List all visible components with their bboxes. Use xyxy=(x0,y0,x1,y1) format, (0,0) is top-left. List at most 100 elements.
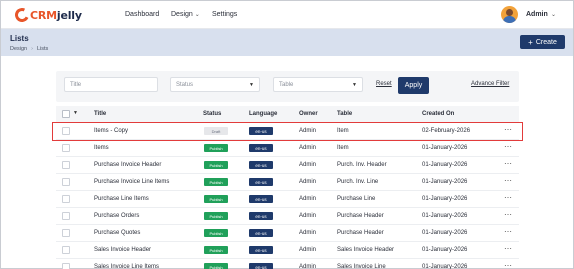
col-owner[interactable]: Owner xyxy=(299,111,318,117)
more-icon[interactable]: ⋯ xyxy=(504,142,512,151)
status-badge: Publish xyxy=(204,195,228,203)
advance-filter-link[interactable]: Advance Filter xyxy=(471,81,509,87)
row-created-on: 01-January-2026 xyxy=(422,196,468,202)
language-badge: en-us xyxy=(249,178,273,186)
user-name[interactable]: Admin xyxy=(526,11,548,18)
row-title[interactable]: Purchase Line Items xyxy=(94,196,149,202)
status-badge: Publish xyxy=(204,212,228,220)
highlight-box xyxy=(52,122,523,141)
language-badge: en-us xyxy=(249,195,273,203)
page-header xyxy=(1,29,573,56)
status-badge: Publish xyxy=(204,263,228,269)
row-owner: Admin xyxy=(299,145,317,151)
language-badge: en-us xyxy=(249,161,273,169)
row-table: Purch. Inv. Header xyxy=(337,162,387,168)
caret-down-icon[interactable]: ▼ xyxy=(73,110,78,116)
status-badge: Publish xyxy=(204,246,228,254)
more-icon[interactable]: ⋯ xyxy=(504,244,512,253)
language-badge: en-us xyxy=(249,144,273,152)
language-badge: en-us xyxy=(249,229,273,237)
chevron-right-icon: › xyxy=(31,46,33,52)
table-row[interactable]: Sales Invoice Line Items Publish en-us Admi… xyxy=(56,259,519,269)
row-title[interactable]: Sales Invoice Line Items xyxy=(94,264,159,269)
create-button[interactable]: + Create xyxy=(520,35,565,49)
row-title[interactable]: Purchase Invoice Header xyxy=(94,162,161,168)
reset-link[interactable]: Reset xyxy=(376,81,392,87)
row-owner: Admin xyxy=(299,196,317,202)
row-checkbox[interactable] xyxy=(62,263,70,269)
more-icon[interactable]: ⋯ xyxy=(504,193,512,202)
status-badge: Publish xyxy=(204,229,228,237)
row-owner: Admin xyxy=(299,179,317,185)
row-title[interactable]: Items xyxy=(94,145,109,151)
table-row[interactable]: Sales Invoice Header Publish en-us Admin Sal… xyxy=(56,242,519,259)
nav-dashboard[interactable]: Dashboard xyxy=(125,11,159,18)
nav-design[interactable]: Design ⌄ xyxy=(171,11,200,18)
table-row[interactable]: Purchase Invoice Line Items Publish en-us A… xyxy=(56,174,519,191)
chevron-down-icon[interactable]: ⌄ xyxy=(551,11,556,18)
breadcrumb-design[interactable]: Design xyxy=(10,46,27,52)
status-badge: Publish xyxy=(204,178,228,186)
row-title[interactable]: Purchase Orders xyxy=(94,213,139,219)
table-header: Title Status Language Owner Table Create… xyxy=(56,106,519,122)
table-row[interactable]: Purchase Line Items Publish en-us Admin Purc… xyxy=(56,191,519,208)
col-status[interactable]: Status xyxy=(203,111,221,117)
nav-settings[interactable]: Settings xyxy=(212,11,237,18)
brand-name: CRMjelly xyxy=(30,8,82,22)
row-checkbox[interactable] xyxy=(62,161,70,169)
more-icon[interactable]: ⋯ xyxy=(504,159,512,168)
select-all-checkbox[interactable] xyxy=(62,110,70,118)
row-checkbox[interactable] xyxy=(62,195,70,203)
row-checkbox[interactable] xyxy=(62,212,70,220)
row-checkbox[interactable] xyxy=(62,178,70,186)
more-icon[interactable]: ⋯ xyxy=(504,210,512,219)
language-badge: en-us xyxy=(249,246,273,254)
more-icon[interactable]: ⋯ xyxy=(504,176,512,185)
table-row[interactable]: Items Publish en-us Admin Item 01-January-202… xyxy=(56,140,519,157)
brand-logo[interactable]: CRMjelly xyxy=(13,6,82,24)
breadcrumb: Design › Lists xyxy=(10,46,48,52)
status-badge: Publish xyxy=(204,144,228,152)
breadcrumb-lists: Lists xyxy=(36,46,49,52)
row-created-on: 01-January-2026 xyxy=(422,230,468,236)
row-checkbox[interactable] xyxy=(62,229,70,237)
title-filter-input[interactable]: Title xyxy=(64,77,158,92)
more-icon[interactable]: ⋯ xyxy=(504,261,512,269)
row-table: Sales Invoice Line xyxy=(337,264,386,269)
row-created-on: 01-January-2026 xyxy=(422,162,468,168)
apply-button[interactable]: Apply xyxy=(398,77,429,94)
table-filter-select[interactable]: Table ▼ xyxy=(273,77,363,92)
caret-down-icon: ▼ xyxy=(352,82,357,88)
col-created-on[interactable]: Created On xyxy=(422,111,454,117)
page-title: Lists xyxy=(10,34,29,43)
language-badge: en-us xyxy=(249,212,273,220)
col-language[interactable]: Language xyxy=(249,111,277,117)
more-icon[interactable]: ⋯ xyxy=(504,227,512,236)
top-navbar xyxy=(1,1,573,29)
avatar[interactable] xyxy=(501,6,518,23)
row-checkbox[interactable] xyxy=(62,246,70,254)
row-created-on: 01-January-2026 xyxy=(422,247,468,253)
col-title[interactable]: Title xyxy=(94,111,106,117)
row-owner: Admin xyxy=(299,162,317,168)
table-row[interactable]: Purchase Invoice Header Publish en-us Admin… xyxy=(56,157,519,174)
row-checkbox[interactable] xyxy=(62,144,70,152)
plus-icon: + xyxy=(528,37,533,47)
row-title[interactable]: Purchase Quotes xyxy=(94,230,140,236)
row-owner: Admin xyxy=(299,213,317,219)
row-table: Purchase Line xyxy=(337,196,376,202)
col-table[interactable]: Table xyxy=(337,111,352,117)
table-row[interactable]: Purchase Orders Publish en-us Admin Purchase… xyxy=(56,208,519,225)
row-title[interactable]: Purchase Invoice Line Items xyxy=(94,179,169,185)
row-title[interactable]: Sales Invoice Header xyxy=(94,247,151,253)
row-owner: Admin xyxy=(299,247,317,253)
table-row[interactable]: Purchase Quotes Publish en-us Admin Purchase… xyxy=(56,225,519,242)
row-owner: Admin xyxy=(299,264,317,269)
status-filter-select[interactable]: Status ▼ xyxy=(170,77,260,92)
row-table: Purch. Inv. Line xyxy=(337,179,379,185)
logo-mark-icon xyxy=(13,6,31,24)
row-created-on: 01-January-2026 xyxy=(422,145,468,151)
row-created-on: 01-January-2026 xyxy=(422,179,468,185)
row-table: Item xyxy=(337,145,349,151)
row-created-on: 01-January-2026 xyxy=(422,213,468,219)
